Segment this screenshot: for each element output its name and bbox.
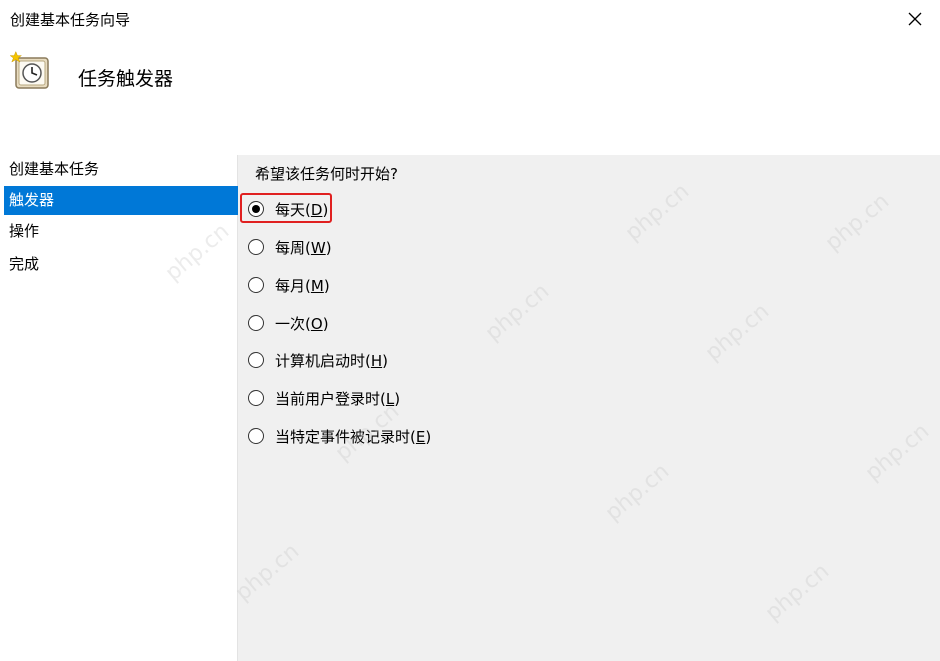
page-header: 任务触发器 [0,38,940,155]
radio-daily[interactable] [248,201,264,217]
option-weekly[interactable]: 每周(W) [248,233,332,261]
trigger-question: 希望该任务何时开始? [255,165,398,183]
step-trigger[interactable]: 触发器 [4,186,238,215]
close-button[interactable] [900,4,930,34]
trigger-options-panel: 希望该任务何时开始? 每天(D) 每周(W) 每月(M) 一次(O) 计算机启动… [238,155,940,661]
step-action[interactable]: 操作 [4,217,238,246]
step-label: 创建基本任务 [9,160,100,178]
option-at-startup[interactable]: 计算机启动时(H) [248,346,388,374]
step-label: 操作 [9,222,40,240]
option-label: 当前用户登录时(L) [275,389,401,408]
option-monthly[interactable]: 每月(M) [248,271,330,299]
option-label: 每月(M) [275,276,330,295]
step-create-basic-task[interactable]: 创建基本任务 [4,155,238,184]
title-bar: 创建基本任务向导 [0,0,940,38]
step-label: 触发器 [9,191,55,209]
radio-on-event[interactable] [248,428,264,444]
page-title: 任务触发器 [78,68,174,90]
option-at-logon[interactable]: 当前用户登录时(L) [248,384,400,412]
option-label: 计算机启动时(H) [275,351,389,370]
step-label: 完成 [9,255,40,273]
option-label: 当特定事件被记录时(E) [275,427,432,446]
radio-at-logon[interactable] [248,390,264,406]
radio-once[interactable] [248,315,264,331]
radio-monthly[interactable] [248,277,264,293]
clock-wizard-icon [10,50,49,89]
option-once[interactable]: 一次(O) [248,309,329,337]
step-finish[interactable]: 完成 [4,250,238,279]
option-on-event[interactable]: 当特定事件被记录时(E) [248,422,431,450]
wizard-steps: 创建基本任务 触发器 操作 完成 [0,155,238,661]
close-icon [908,12,922,26]
option-daily[interactable]: 每天(D) [248,195,328,223]
radio-weekly[interactable] [248,239,264,255]
option-label: 一次(O) [275,314,329,333]
option-label: 每天(D) [275,200,329,219]
wizard-window: 创建基本任务向导 任务触发器 创建基本任务 触发器 操作 完成 希望该任务何时开… [0,0,940,661]
radio-at-startup[interactable] [248,352,264,368]
option-label: 每周(W) [275,238,332,257]
window-title: 创建基本任务向导 [10,11,131,29]
